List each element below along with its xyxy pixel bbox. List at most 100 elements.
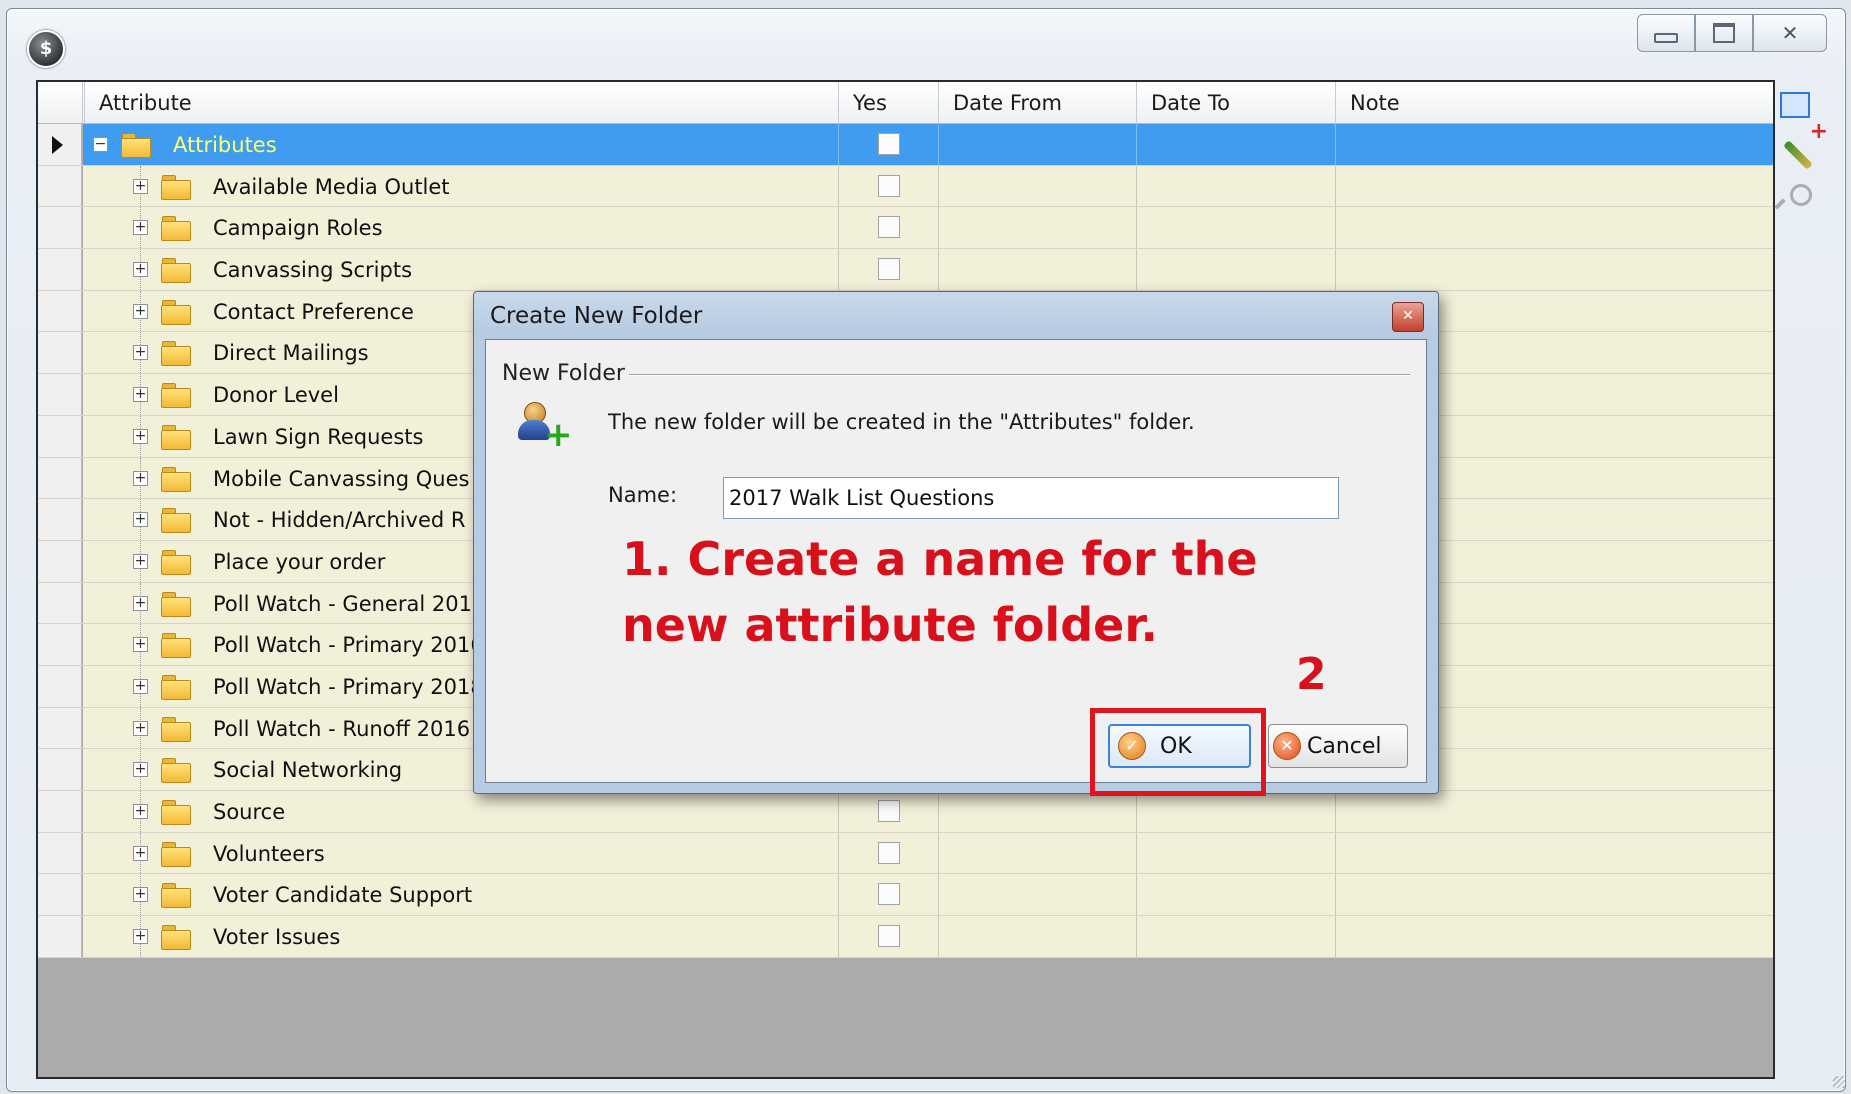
folder-body bbox=[161, 721, 191, 742]
attribute-label: Social Networking bbox=[213, 758, 403, 783]
minimize-button[interactable] bbox=[1637, 14, 1695, 52]
expand-icon[interactable]: + bbox=[133, 553, 148, 569]
expand-icon[interactable]: + bbox=[133, 929, 148, 945]
tree-row-root[interactable]: − Attributes bbox=[38, 124, 1773, 166]
row-selector[interactable] bbox=[38, 165, 82, 207]
yes-checkbox[interactable] bbox=[878, 883, 900, 906]
annotation-highlight-box bbox=[1090, 708, 1266, 796]
expand-icon[interactable]: + bbox=[133, 804, 148, 819]
plus-icon: + bbox=[544, 415, 573, 455]
tree-row[interactable]: + Source bbox=[38, 791, 1773, 833]
row-selector[interactable] bbox=[38, 624, 82, 665]
row-selector[interactable] bbox=[38, 332, 82, 374]
yes-checkbox[interactable] bbox=[878, 258, 900, 281]
create-folder-dialog: Create New Folder ✕ New Folder + The new… bbox=[473, 291, 1439, 794]
yes-checkbox[interactable] bbox=[878, 925, 900, 948]
expand-icon[interactable]: + bbox=[133, 345, 148, 361]
tree-row[interactable]: + Voter Issues bbox=[38, 916, 1773, 958]
row-selector[interactable] bbox=[38, 499, 82, 540]
row-selector[interactable] bbox=[38, 874, 82, 916]
expand-icon[interactable]: + bbox=[133, 595, 148, 611]
group-divider-highlight bbox=[620, 375, 1410, 376]
column-header-note[interactable]: Note bbox=[1335, 82, 1773, 123]
cancel-button[interactable]: ✕ Cancel bbox=[1268, 724, 1408, 768]
row-cells: + Campaign Roles bbox=[83, 207, 1773, 249]
expand-icon[interactable]: + bbox=[133, 762, 148, 778]
folder-body bbox=[161, 554, 191, 575]
expand-icon[interactable]: + bbox=[133, 428, 148, 444]
yes-checkbox[interactable] bbox=[878, 841, 900, 864]
current-row-pointer-icon bbox=[52, 136, 63, 154]
row-selector[interactable] bbox=[38, 749, 82, 790]
side-toolbar bbox=[1778, 86, 1822, 230]
row-selector[interactable] bbox=[38, 249, 82, 290]
folder-icon bbox=[161, 841, 191, 867]
collapse-icon[interactable]: − bbox=[93, 137, 108, 152]
edit-button[interactable] bbox=[1780, 138, 1816, 174]
yes-checkbox[interactable] bbox=[878, 800, 900, 822]
expand-icon[interactable]: + bbox=[133, 678, 148, 694]
row-selector[interactable] bbox=[38, 540, 82, 582]
cancel-label: Cancel bbox=[1307, 733, 1382, 759]
yes-checkbox[interactable] bbox=[878, 133, 900, 155]
expand-icon[interactable]: + bbox=[133, 637, 148, 653]
expand-icon[interactable]: + bbox=[133, 512, 148, 528]
folder-icon bbox=[161, 758, 191, 784]
folder-icon bbox=[161, 716, 191, 742]
folder-name-input[interactable] bbox=[723, 477, 1339, 519]
folder-icon bbox=[161, 925, 191, 951]
column-divider bbox=[1136, 832, 1137, 874]
attribute-label: Donor Level bbox=[213, 383, 339, 408]
tree-row[interactable]: + Canvassing Scripts bbox=[38, 249, 1773, 291]
edit-icon bbox=[1783, 140, 1813, 170]
yes-checkbox[interactable] bbox=[878, 174, 900, 197]
folder-icon bbox=[161, 341, 191, 367]
dialog-close-button[interactable]: ✕ bbox=[1392, 302, 1424, 332]
maximize-button[interactable] bbox=[1695, 14, 1753, 52]
column-header-date-from[interactable]: Date From bbox=[938, 82, 1136, 123]
expand-icon[interactable]: + bbox=[133, 387, 148, 403]
tree-row[interactable]: + Voter Candidate Support bbox=[38, 874, 1773, 917]
close-button[interactable]: ✕ bbox=[1753, 14, 1827, 52]
column-header-date-to[interactable]: Date To bbox=[1136, 82, 1335, 123]
expand-icon[interactable]: + bbox=[133, 178, 148, 194]
column-header-yes[interactable]: Yes bbox=[838, 82, 938, 123]
dialog-body: New Folder + The new folder will be crea… bbox=[485, 339, 1427, 783]
expand-icon[interactable]: + bbox=[133, 887, 148, 903]
column-divider bbox=[938, 832, 939, 874]
attribute-label: Lawn Sign Requests bbox=[213, 424, 424, 449]
row-selector[interactable] bbox=[38, 457, 82, 499]
column-divider bbox=[1136, 207, 1137, 249]
search-button[interactable] bbox=[1780, 184, 1816, 220]
expand-icon[interactable]: + bbox=[133, 845, 148, 861]
column-divider bbox=[838, 124, 839, 165]
app-globe-icon[interactable]: $ bbox=[27, 30, 65, 68]
column-header-attribute[interactable]: Attribute bbox=[84, 82, 838, 123]
expand-icon[interactable]: + bbox=[133, 720, 148, 736]
row-selector[interactable] bbox=[38, 791, 82, 832]
yes-checkbox[interactable] bbox=[878, 216, 900, 239]
expand-icon[interactable]: + bbox=[133, 220, 148, 236]
row-selector[interactable] bbox=[38, 582, 82, 624]
folder-body bbox=[161, 429, 191, 450]
open-folder-icon bbox=[121, 133, 151, 158]
row-selector[interactable] bbox=[38, 207, 82, 249]
folder-body bbox=[161, 846, 191, 867]
new-folder-button[interactable] bbox=[1780, 92, 1816, 128]
expand-icon[interactable]: + bbox=[133, 303, 148, 319]
expand-icon[interactable]: + bbox=[133, 262, 148, 278]
expand-icon[interactable]: + bbox=[133, 470, 148, 486]
row-selector[interactable] bbox=[38, 832, 82, 874]
tree-row[interactable]: + Volunteers bbox=[38, 832, 1773, 875]
row-selector[interactable] bbox=[38, 290, 82, 332]
tree-row[interactable]: + Campaign Roles bbox=[38, 207, 1773, 250]
row-selector[interactable] bbox=[38, 374, 82, 415]
row-selector[interactable] bbox=[38, 665, 82, 707]
tree-row[interactable]: + Available Media Outlet bbox=[38, 165, 1773, 208]
resize-grip[interactable] bbox=[1833, 1076, 1845, 1088]
row-selector[interactable] bbox=[38, 415, 82, 457]
folder-icon bbox=[161, 591, 191, 617]
row-selector[interactable] bbox=[38, 707, 82, 749]
row-selector[interactable] bbox=[38, 124, 82, 165]
row-selector[interactable] bbox=[38, 916, 82, 957]
